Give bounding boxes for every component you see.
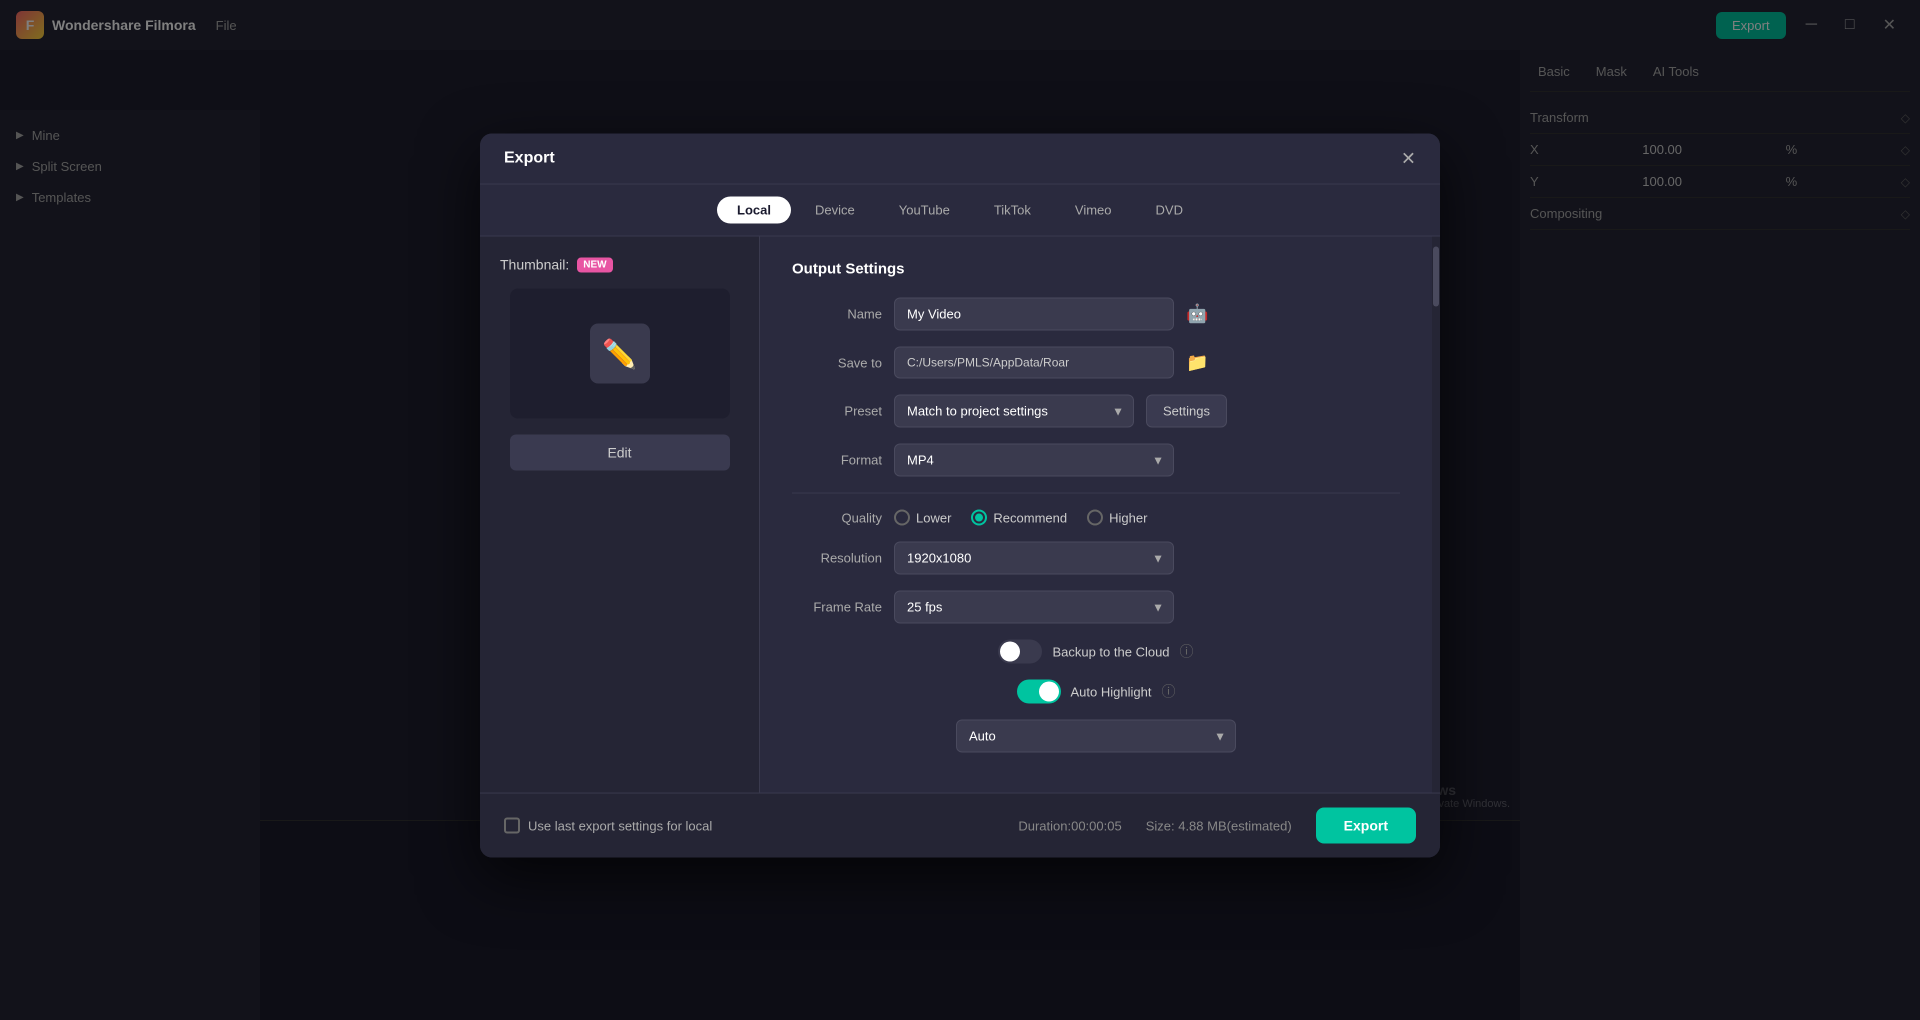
quality-label: Quality xyxy=(792,510,882,525)
auto-select-wrap: Auto ▼ xyxy=(956,720,1236,753)
size-info: Size: 4.88 MB(estimated) xyxy=(1146,818,1292,833)
framerate-field-row: Frame Rate 25 fps 30 fps 60 fps ▼ xyxy=(792,591,1400,624)
scrollbar-area xyxy=(1432,237,1440,793)
framerate-select[interactable]: 25 fps 30 fps 60 fps xyxy=(894,591,1174,624)
tab-vimeo[interactable]: Vimeo xyxy=(1055,197,1132,224)
tab-dvd[interactable]: DVD xyxy=(1136,197,1203,224)
resolution-field-row: Resolution 1920x1080 1280x720 3840x2160 … xyxy=(792,542,1400,575)
autohighlight-toggle-knob xyxy=(1039,682,1059,702)
settings-button[interactable]: Settings xyxy=(1146,395,1227,428)
resolution-label: Resolution xyxy=(792,551,882,566)
preset-field-row: Preset Match to project settings ▼ Setti… xyxy=(792,395,1400,428)
quality-recommend-label: Recommend xyxy=(993,510,1067,525)
scrollbar-thumb[interactable] xyxy=(1433,247,1439,307)
export-tabs-row: Local Device YouTube TikTok Vimeo DVD xyxy=(480,185,1440,237)
tab-local[interactable]: Local xyxy=(717,197,791,224)
modal-header: Export ✕ xyxy=(480,134,1440,185)
quality-higher-option[interactable]: Higher xyxy=(1087,510,1147,526)
backup-toggle-knob xyxy=(1000,642,1020,662)
last-settings-checkbox[interactable] xyxy=(504,818,520,834)
name-label: Name xyxy=(792,307,882,322)
backup-label: Backup to the Cloud xyxy=(1052,644,1169,659)
folder-icon[interactable]: 📁 xyxy=(1186,352,1208,373)
backup-toggle-row: Backup to the Cloud ⓘ xyxy=(792,640,1400,664)
autohighlight-toggle-wrap: Auto Highlight ⓘ xyxy=(1017,680,1176,704)
backup-info-icon[interactable]: ⓘ xyxy=(1180,642,1194,662)
quality-recommend-option[interactable]: Recommend xyxy=(971,510,1067,526)
modal-body: Thumbnail: NEW ✏️ Edit Output Settings N… xyxy=(480,237,1440,793)
tab-youtube[interactable]: YouTube xyxy=(879,197,970,224)
export-modal: Export ✕ Local Device YouTube TikTok Vim… xyxy=(480,134,1440,858)
format-select-wrap: MP4 MOV AVI ▼ xyxy=(894,444,1174,477)
resolution-select-wrap: 1920x1080 1280x720 3840x2160 ▼ xyxy=(894,542,1174,575)
format-field-row: Format MP4 MOV AVI ▼ xyxy=(792,444,1400,477)
quality-lower-radio[interactable] xyxy=(894,510,910,526)
preset-select-wrap: Match to project settings ▼ xyxy=(894,395,1134,428)
autohighlight-toggle[interactable] xyxy=(1017,680,1061,704)
tab-tiktok[interactable]: TikTok xyxy=(974,197,1051,224)
format-select[interactable]: MP4 MOV AVI xyxy=(894,444,1174,477)
edit-thumbnail-button[interactable]: Edit xyxy=(510,435,730,471)
duration-info: Duration:00:00:05 xyxy=(1018,818,1121,833)
autohighlight-info-icon[interactable]: ⓘ xyxy=(1161,682,1175,702)
thumbnail-icon: ✏️ xyxy=(590,324,650,384)
preset-label: Preset xyxy=(792,404,882,419)
new-badge: NEW xyxy=(577,257,612,272)
tab-device[interactable]: Device xyxy=(795,197,875,224)
name-input[interactable] xyxy=(894,298,1174,331)
autohighlight-label: Auto Highlight xyxy=(1071,684,1152,699)
thumbnail-label-row: Thumbnail: NEW xyxy=(500,257,739,273)
radio-dot-recommend xyxy=(975,514,983,522)
auto-dropdown-row: Auto ▼ xyxy=(792,720,1400,753)
output-panel: Output Settings Name 🤖 Save to C:/Users/… xyxy=(760,237,1432,793)
thumbnail-panel: Thumbnail: NEW ✏️ Edit xyxy=(480,237,760,793)
output-settings-title: Output Settings xyxy=(792,261,1400,278)
save-to-path: C:/Users/PMLS/AppData/Roar xyxy=(894,347,1174,379)
resolution-select[interactable]: 1920x1080 1280x720 3840x2160 xyxy=(894,542,1174,575)
quality-radio-group: Lower Recommend Higher xyxy=(894,510,1147,526)
quality-higher-radio[interactable] xyxy=(1087,510,1103,526)
save-to-field-row: Save to C:/Users/PMLS/AppData/Roar 📁 xyxy=(792,347,1400,379)
quality-lower-label: Lower xyxy=(916,510,951,525)
backup-toggle-wrap: Backup to the Cloud ⓘ xyxy=(998,640,1193,664)
quality-higher-label: Higher xyxy=(1109,510,1147,525)
ai-icon[interactable]: 🤖 xyxy=(1186,304,1208,325)
backup-toggle[interactable] xyxy=(998,640,1042,664)
thumbnail-preview: ✏️ xyxy=(510,289,730,419)
name-field-row: Name 🤖 xyxy=(792,298,1400,331)
quality-recommend-radio[interactable] xyxy=(971,510,987,526)
save-to-label: Save to xyxy=(792,355,882,370)
format-label: Format xyxy=(792,453,882,468)
quality-field-row: Quality Lower Recommend xyxy=(792,510,1400,526)
export-main-button[interactable]: Export xyxy=(1316,808,1416,844)
framerate-label: Frame Rate xyxy=(792,600,882,615)
last-settings-label: Use last export settings for local xyxy=(528,818,712,833)
auto-select[interactable]: Auto xyxy=(956,720,1236,753)
divider-quality xyxy=(792,493,1400,494)
footer-right: Duration:00:00:05 Size: 4.88 MB(estimate… xyxy=(1018,808,1416,844)
modal-footer: Use last export settings for local Durat… xyxy=(480,793,1440,858)
preset-select[interactable]: Match to project settings xyxy=(894,395,1134,428)
modal-title: Export xyxy=(504,150,555,168)
app-background: F Wondershare Filmora File Export ─ □ ✕ … xyxy=(0,0,1920,1020)
footer-left: Use last export settings for local xyxy=(504,818,712,834)
framerate-select-wrap: 25 fps 30 fps 60 fps ▼ xyxy=(894,591,1174,624)
modal-close-button[interactable]: ✕ xyxy=(1401,150,1416,168)
autohighlight-toggle-row: Auto Highlight ⓘ xyxy=(792,680,1400,704)
thumbnail-text: Thumbnail: xyxy=(500,257,569,273)
quality-lower-option[interactable]: Lower xyxy=(894,510,951,526)
